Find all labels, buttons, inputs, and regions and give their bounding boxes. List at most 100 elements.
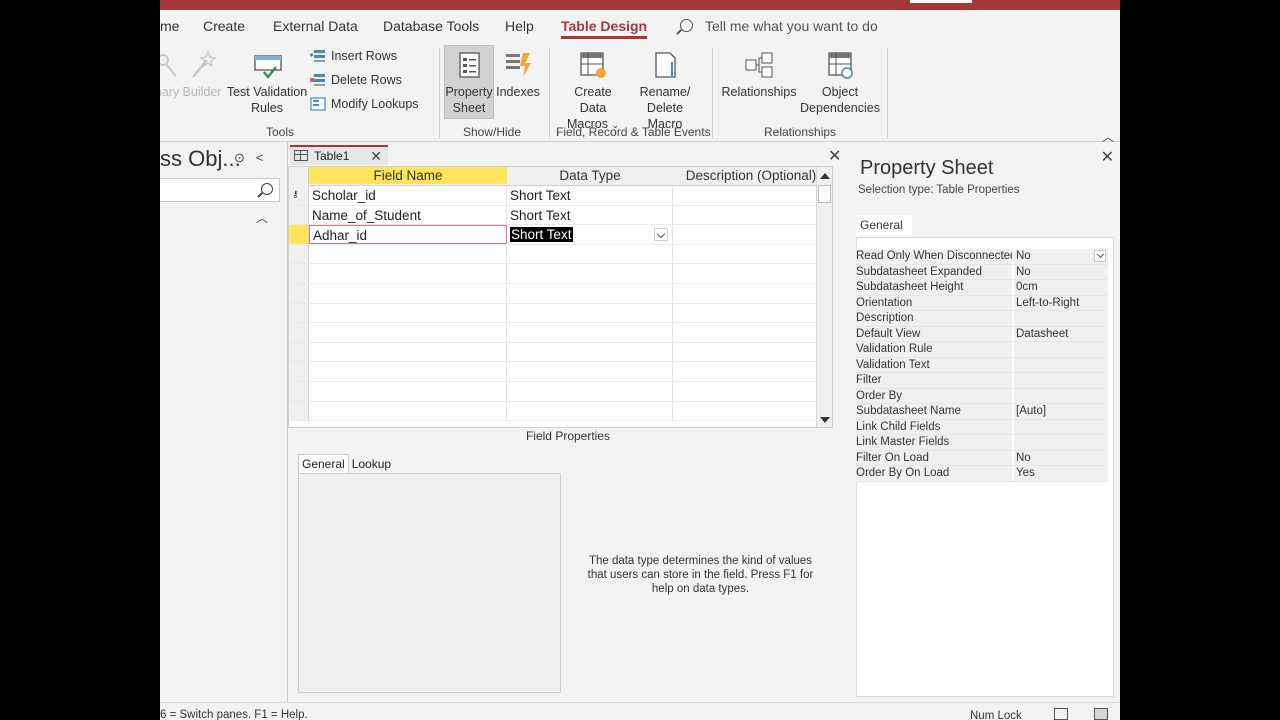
row-selector[interactable] [289,205,309,225]
property-row[interactable]: Validation Text [856,357,1108,373]
modify-lookups-button[interactable]: Modify Lookups [310,97,419,111]
row-selector[interactable] [289,401,309,421]
tab-lookup[interactable]: Lookup [349,455,394,473]
chevron-down-icon[interactable] [654,228,668,242]
data-type-cell[interactable] [507,264,673,283]
property-value[interactable]: Left-to-Right [1014,295,1108,310]
field-name-cell[interactable] [309,284,507,303]
description-cell[interactable] [673,342,829,362]
field-name-cell[interactable] [309,401,507,421]
row-selector[interactable] [289,264,309,283]
table-row[interactable] [289,303,832,324]
vertical-scrollbar[interactable] [816,167,832,427]
close-icon[interactable]: ✕ [1101,147,1114,167]
field-name-cell[interactable] [309,244,507,264]
description-cell[interactable] [673,205,829,225]
property-value[interactable] [1014,311,1108,326]
data-type-cell[interactable] [507,303,673,323]
table-row[interactable]: ⚷ Scholar_id Short Text [289,186,832,206]
data-type-cell[interactable]: Short Text [507,225,673,244]
datasheet-view-icon[interactable] [1054,708,1068,720]
chevron-up-icon[interactable]: ︿ [256,209,268,226]
property-row[interactable]: Subdatasheet Name [Auto] [856,404,1108,420]
property-value[interactable] [1014,373,1108,388]
shutter-bar-close-icon[interactable]: < [256,150,264,165]
field-name-cell[interactable]: Name_of_Student [309,205,507,225]
property-row[interactable]: Read Only When Disconnected No [856,249,1108,265]
row-selector[interactable] [289,244,309,264]
table-row[interactable] [289,244,832,265]
object-dependencies-button[interactable]: Object Dependencies [800,50,880,116]
description-cell[interactable] [673,323,829,342]
row-selector[interactable] [289,225,309,244]
description-cell[interactable] [673,362,829,381]
property-value[interactable] [1014,342,1108,357]
create-data-macros-button[interactable]: Create Data Macros ⌄ [560,50,626,133]
insert-rows-button[interactable]: Insert Rows [310,49,397,63]
table-row[interactable] [289,323,832,343]
row-selector[interactable] [289,382,309,401]
builder-button[interactable]: Builder [182,50,222,100]
field-name-cell[interactable] [309,264,507,283]
test-validation-rules-button[interactable]: Test Validation Rules [226,50,308,116]
collapse-ribbon-icon[interactable]: ︿ [1102,128,1114,145]
close-document-icon[interactable]: ✕ [828,146,841,166]
close-tab-icon[interactable]: ✕ [370,148,382,165]
data-type-cell[interactable] [507,342,673,362]
table-row[interactable] [289,342,832,363]
tab-help[interactable]: Help [505,18,534,34]
rename-delete-macro-button[interactable]: Rename/ Delete Macro [628,50,702,132]
row-selector[interactable]: ⚷ [289,186,309,205]
field-name-cell[interactable]: Scholar_id [309,186,507,205]
field-name-cell[interactable] [309,303,507,323]
table-row[interactable]: Adhar_id Short Text [289,225,832,245]
table-row[interactable] [289,362,832,382]
description-cell[interactable] [673,225,829,244]
table-row[interactable] [289,382,832,402]
table-row[interactable] [289,284,832,304]
field-name-cell[interactable]: Adhar_id [309,225,507,244]
table-row[interactable]: Name_of_Student Short Text [289,205,832,226]
property-row[interactable]: Filter [856,373,1108,389]
property-row[interactable]: Validation Rule [856,342,1108,358]
tab-home[interactable]: me [160,18,179,34]
row-selector[interactable] [289,303,309,323]
table-row[interactable] [289,264,832,284]
property-row[interactable]: Subdatasheet Height 0cm [856,280,1108,296]
design-view-icon[interactable] [1094,708,1108,720]
property-row[interactable]: Description [856,311,1108,327]
property-row[interactable]: Default View Datasheet [856,326,1108,342]
property-value[interactable] [1014,357,1108,372]
row-selector[interactable] [289,362,309,381]
property-value[interactable]: Yes [1014,466,1108,481]
property-sheet-tab-general[interactable]: General [856,215,912,237]
property-row[interactable]: Orientation Left-to-Right [856,295,1108,311]
property-value[interactable] [1014,388,1108,403]
description-cell[interactable] [673,186,829,205]
data-type-cell[interactable] [507,284,673,303]
property-row[interactable]: Filter On Load No [856,450,1108,466]
scroll-thumb[interactable] [818,185,831,203]
field-name-cell[interactable] [309,362,507,381]
tab-general[interactable]: General [298,454,349,473]
relationships-button[interactable]: Relationships [720,50,798,100]
property-row[interactable]: Order By [856,388,1108,404]
scroll-down-arrow-icon[interactable] [820,417,830,423]
row-selector[interactable] [289,284,309,303]
document-tab-table1[interactable]: Table1 ✕ [290,145,388,165]
property-value[interactable]: 0cm [1014,280,1108,295]
property-row[interactable]: Order By On Load Yes [856,466,1108,482]
property-row[interactable]: Link Child Fields [856,419,1108,435]
property-value[interactable]: No [1014,264,1108,279]
tab-database-tools[interactable]: Database Tools [383,18,479,34]
property-value[interactable] [1014,419,1108,434]
tab-create[interactable]: Create [203,18,245,34]
scroll-up-arrow-icon[interactable] [820,173,830,179]
field-name-cell[interactable] [309,382,507,401]
data-type-cell[interactable] [507,401,673,421]
data-type-cell[interactable]: Short Text [507,186,673,205]
primary-key-button[interactable]: nary [160,50,180,100]
data-type-cell[interactable] [507,382,673,401]
row-selector[interactable] [289,342,309,362]
property-row[interactable]: Subdatasheet Expanded No [856,264,1108,280]
